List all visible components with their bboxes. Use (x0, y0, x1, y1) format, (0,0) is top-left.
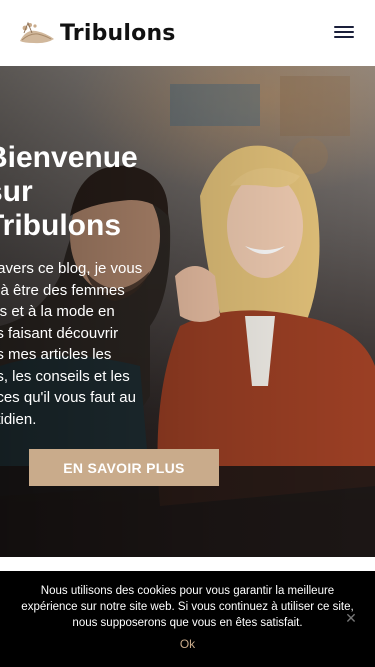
hero-intro-line: us faisant découvrir (0, 324, 119, 342)
learn-more-button[interactable]: EN SAVOIR PLUS (29, 449, 219, 486)
pearl-shoe-logo-icon (20, 21, 54, 44)
hero-banner: Bienvenue sur Tribulons travers ce blog,… (0, 66, 375, 557)
hero-title-line: Bienvenue (0, 141, 138, 174)
site-header: Tribulons (0, 0, 375, 66)
cookie-banner: Nous utilisons des cookies pour vous gar… (0, 571, 375, 667)
hero-intro-line: travers ce blog, je vous (0, 260, 143, 277)
hero-intro-line: e à être des femmes (0, 281, 125, 299)
hero-intro-line: les et à la mode en (0, 303, 115, 320)
hero-intro-text: travers ce blog, je vous e à être des fe… (0, 258, 168, 430)
cookie-accept-button[interactable]: Ok (180, 637, 195, 651)
hero-intro-line: uces qu'il vous faut au (0, 389, 136, 406)
close-icon[interactable]: ✕ (344, 611, 358, 625)
hero-intro-line: otidien. (0, 410, 37, 428)
hero-title: Bienvenue sur Tribulons (0, 141, 186, 243)
cookie-notice-text: Nous utilisons des cookies pour vous gar… (21, 585, 354, 629)
brand-name: Tribulons (60, 20, 176, 46)
hero-title-line: sur (0, 175, 33, 208)
site-logo[interactable]: Tribulons (16, 19, 176, 47)
hero-title-line: Tribulons (0, 209, 121, 242)
hero-intro-line: ns mes articles les (0, 346, 112, 363)
hero-intro-line: os, les conseils et les (0, 367, 130, 385)
hamburger-menu-icon[interactable] (332, 22, 356, 42)
